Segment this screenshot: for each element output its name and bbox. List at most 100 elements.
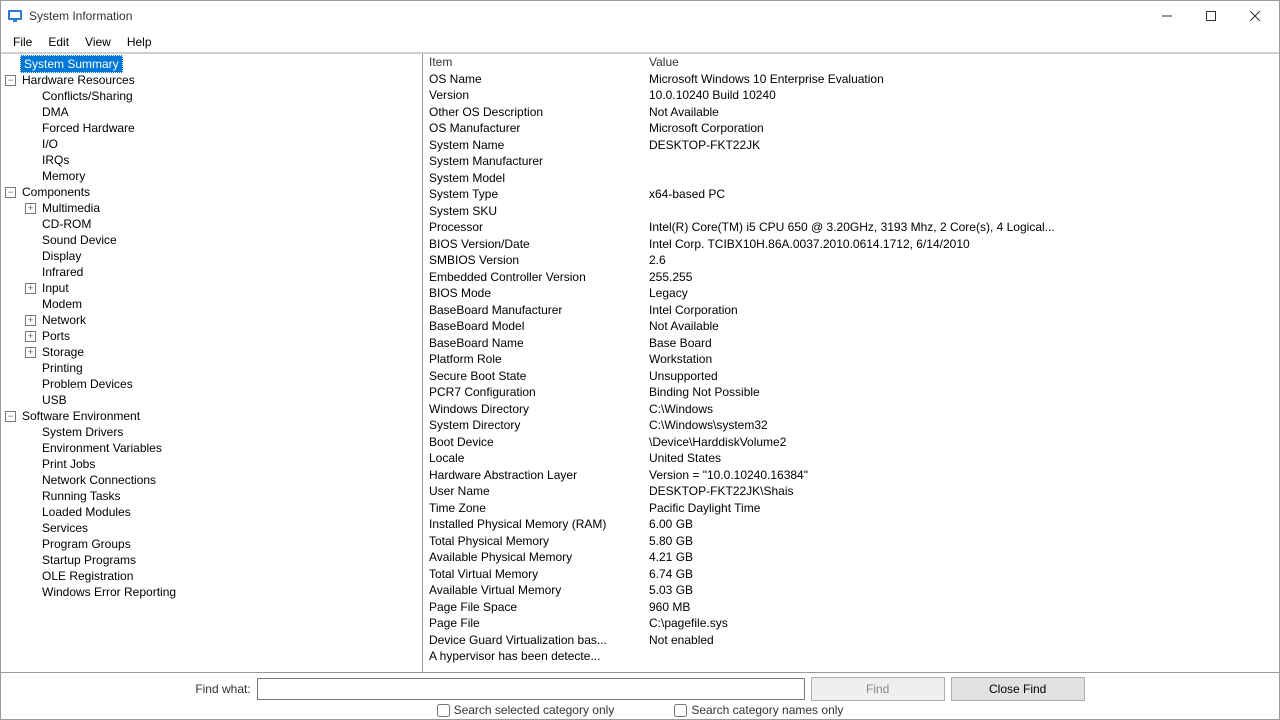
column-header-row[interactable]: ItemValue — [423, 54, 1279, 71]
tree-multimedia[interactable]: +Multimedia — [1, 200, 422, 216]
detail-list[interactable]: ItemValueOS NameMicrosoft Windows 10 Ent… — [423, 54, 1279, 672]
tree-item[interactable]: Memory — [1, 168, 422, 184]
detail-value: Intel(R) Core(TM) i5 CPU 650 @ 3.20GHz, … — [649, 219, 1279, 236]
detail-row[interactable]: PCR7 ConfigurationBinding Not Possible — [423, 384, 1279, 401]
detail-row[interactable]: Installed Physical Memory (RAM)6.00 GB — [423, 516, 1279, 533]
detail-row[interactable]: BaseBoard ManufacturerIntel Corporation — [423, 302, 1279, 319]
detail-row[interactable]: System DirectoryC:\Windows\system32 — [423, 417, 1279, 434]
detail-row[interactable]: Version10.0.10240 Build 10240 — [423, 87, 1279, 104]
detail-row[interactable]: OS ManufacturerMicrosoft Corporation — [423, 120, 1279, 137]
tree-item[interactable]: DMA — [1, 104, 422, 120]
detail-row[interactable]: ProcessorIntel(R) Core(TM) i5 CPU 650 @ … — [423, 219, 1279, 236]
detail-row[interactable]: BIOS Version/DateIntel Corp. TCIBX10H.86… — [423, 236, 1279, 253]
detail-row[interactable]: Platform RoleWorkstation — [423, 351, 1279, 368]
tree-item[interactable]: Services — [1, 520, 422, 536]
tree-toggle-icon[interactable]: + — [25, 331, 36, 342]
close-button[interactable] — [1233, 2, 1277, 30]
tree-toggle-icon[interactable]: + — [25, 283, 36, 294]
detail-row[interactable]: Device Guard Virtualization bas...Not en… — [423, 632, 1279, 649]
close-find-button[interactable]: Close Find — [951, 677, 1085, 701]
tree-item[interactable]: Running Tasks — [1, 488, 422, 504]
tree-item[interactable]: Print Jobs — [1, 456, 422, 472]
find-button[interactable]: Find — [811, 677, 945, 701]
tree-item[interactable]: Environment Variables — [1, 440, 422, 456]
detail-row[interactable]: System NameDESKTOP-FKT22JK — [423, 137, 1279, 154]
tree-item[interactable]: Conflicts/Sharing — [1, 88, 422, 104]
detail-row[interactable]: BIOS ModeLegacy — [423, 285, 1279, 302]
find-input[interactable] — [257, 678, 805, 700]
detail-row[interactable]: Page FileC:\pagefile.sys — [423, 615, 1279, 632]
tree-item[interactable]: Startup Programs — [1, 552, 422, 568]
tree-toggle-icon[interactable]: − — [5, 411, 16, 422]
detail-row[interactable]: Total Physical Memory5.80 GB — [423, 533, 1279, 550]
tree-item[interactable]: IRQs — [1, 152, 422, 168]
tree-item[interactable]: OLE Registration — [1, 568, 422, 584]
tree-label: Network Connections — [40, 472, 158, 488]
search-names-only-checkbox[interactable] — [674, 704, 687, 717]
tree-storage[interactable]: +Storage — [1, 344, 422, 360]
tree-item[interactable]: I/O — [1, 136, 422, 152]
tree-item[interactable]: Infrared — [1, 264, 422, 280]
tree-item[interactable]: Program Groups — [1, 536, 422, 552]
tree-hardware-resources[interactable]: −Hardware Resources — [1, 72, 422, 88]
detail-item: Time Zone — [429, 500, 649, 517]
tree-item[interactable]: Display — [1, 248, 422, 264]
tree-item[interactable]: USB — [1, 392, 422, 408]
tree-system-summary[interactable]: System Summary — [1, 56, 422, 72]
minimize-button[interactable] — [1145, 2, 1189, 30]
detail-row[interactable]: OS NameMicrosoft Windows 10 Enterprise E… — [423, 71, 1279, 88]
tree-software-environment[interactable]: −Software Environment — [1, 408, 422, 424]
detail-value: DESKTOP-FKT22JK\Shais — [649, 483, 1279, 500]
category-tree[interactable]: System Summary−Hardware ResourcesConflic… — [1, 54, 423, 672]
detail-row[interactable]: Page File Space960 MB — [423, 599, 1279, 616]
menu-edit[interactable]: Edit — [40, 33, 77, 51]
tree-input[interactable]: +Input — [1, 280, 422, 296]
detail-row[interactable]: System Model — [423, 170, 1279, 187]
detail-row[interactable]: BaseBoard NameBase Board — [423, 335, 1279, 352]
detail-row[interactable]: Available Virtual Memory5.03 GB — [423, 582, 1279, 599]
tree-components[interactable]: −Components — [1, 184, 422, 200]
tree-item[interactable]: Network Connections — [1, 472, 422, 488]
detail-row[interactable]: Other OS DescriptionNot Available — [423, 104, 1279, 121]
tree-toggle-icon[interactable]: − — [5, 75, 16, 86]
tree-item[interactable]: System Drivers — [1, 424, 422, 440]
detail-row[interactable]: System Typex64-based PC — [423, 186, 1279, 203]
tree-item[interactable]: Windows Error Reporting — [1, 584, 422, 600]
search-selected-only-option[interactable]: Search selected category only — [437, 703, 615, 717]
tree-item[interactable]: Printing — [1, 360, 422, 376]
tree-item[interactable]: Sound Device — [1, 232, 422, 248]
detail-row[interactable]: Available Physical Memory4.21 GB — [423, 549, 1279, 566]
detail-row[interactable]: Time ZonePacific Daylight Time — [423, 500, 1279, 517]
tree-toggle-icon[interactable]: + — [25, 203, 36, 214]
detail-row[interactable]: Boot Device\Device\HarddiskVolume2 — [423, 434, 1279, 451]
detail-row[interactable]: System SKU — [423, 203, 1279, 220]
detail-row[interactable]: Total Virtual Memory6.74 GB — [423, 566, 1279, 583]
search-names-only-option[interactable]: Search category names only — [674, 703, 843, 717]
maximize-button[interactable] — [1189, 2, 1233, 30]
tree-item[interactable]: Forced Hardware — [1, 120, 422, 136]
tree-toggle-icon[interactable]: + — [25, 347, 36, 358]
detail-row[interactable]: System Manufacturer — [423, 153, 1279, 170]
tree-item[interactable]: CD-ROM — [1, 216, 422, 232]
menu-help[interactable]: Help — [119, 33, 160, 51]
search-selected-only-checkbox[interactable] — [437, 704, 450, 717]
detail-row[interactable]: Secure Boot StateUnsupported — [423, 368, 1279, 385]
detail-row[interactable]: Windows DirectoryC:\Windows — [423, 401, 1279, 418]
detail-row[interactable]: SMBIOS Version2.6 — [423, 252, 1279, 269]
detail-row[interactable]: Hardware Abstraction LayerVersion = "10.… — [423, 467, 1279, 484]
menu-file[interactable]: File — [5, 33, 40, 51]
tree-toggle-icon[interactable]: − — [5, 187, 16, 198]
tree-item[interactable]: Modem — [1, 296, 422, 312]
tree-ports[interactable]: +Ports — [1, 328, 422, 344]
detail-row[interactable]: BaseBoard ModelNot Available — [423, 318, 1279, 335]
detail-item: Available Virtual Memory — [429, 582, 649, 599]
detail-row[interactable]: Embedded Controller Version255.255 — [423, 269, 1279, 286]
tree-item[interactable]: Loaded Modules — [1, 504, 422, 520]
detail-row[interactable]: A hypervisor has been detecte... — [423, 648, 1279, 665]
tree-network[interactable]: +Network — [1, 312, 422, 328]
detail-row[interactable]: LocaleUnited States — [423, 450, 1279, 467]
detail-row[interactable]: User NameDESKTOP-FKT22JK\Shais — [423, 483, 1279, 500]
tree-item[interactable]: Problem Devices — [1, 376, 422, 392]
tree-toggle-icon[interactable]: + — [25, 315, 36, 326]
menu-view[interactable]: View — [77, 33, 119, 51]
